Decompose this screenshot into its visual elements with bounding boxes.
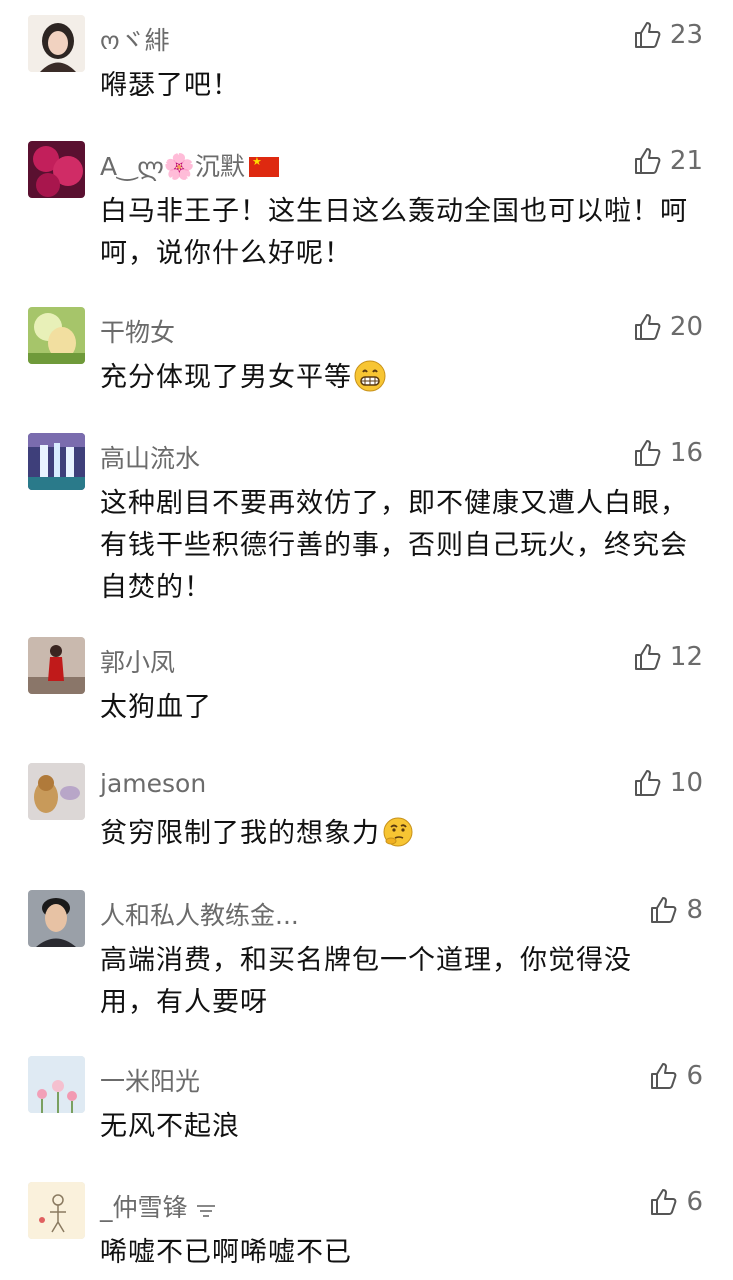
like-button[interactable]: 16 <box>632 437 703 469</box>
like-button[interactable]: 10 <box>632 767 703 799</box>
like-count: 12 <box>669 642 703 672</box>
thumbs-up-icon <box>651 1189 677 1215</box>
thumbs-up-icon <box>651 1063 677 1089</box>
comment-username[interactable]: 一米阳光 <box>100 1062 200 1098</box>
thumbs-up-icon <box>634 314 661 340</box>
grin-emoji-icon <box>354 360 386 392</box>
thumbs-up-icon <box>634 22 661 48</box>
avatar[interactable] <box>28 637 85 694</box>
dog-avatar <box>28 763 85 820</box>
comment-username[interactable]: 郭小凤 <box>100 643 175 679</box>
roses-avatar <box>28 141 85 198</box>
thumbs-up-icon <box>634 770 661 796</box>
fairy-avatar <box>28 307 85 364</box>
signal-icon <box>197 1205 216 1217</box>
comment-text: 白马非王子！这生日这么轰动全国也可以啦！呵呵，说你什么好呢！ <box>100 196 688 269</box>
comment-text: 这种剧目不要再效仿了，即不健康又遭人白眼，有钱干些积德行善的事，否则自己玩火，终… <box>100 488 688 603</box>
thumbs-up-icon <box>651 897 677 923</box>
like-count: 23 <box>669 20 703 50</box>
comment-text-content: 充分体现了男女平等 <box>100 362 352 393</box>
thumbs-up-icon <box>634 148 661 174</box>
comment-text: 贫穷限制了我的想象力 <box>100 813 700 855</box>
comment-text: 太狗血了 <box>100 692 212 723</box>
like-count: 8 <box>686 895 703 925</box>
like-button[interactable]: 23 <box>632 19 703 51</box>
comment-text: 嘚瑟了吧！ <box>100 70 240 101</box>
comment-text: 高端消费，和买名牌包一个道理，你觉得没用，有人要呀 <box>100 945 632 1018</box>
woman-red-dress-avatar <box>28 637 85 694</box>
flowers-avatar <box>28 1056 85 1113</box>
username-text: A‿ლ🌸沉默 <box>100 152 245 181</box>
avatar[interactable] <box>28 890 85 947</box>
like-button[interactable]: 8 <box>648 894 703 926</box>
comment-username[interactable]: _仲雪锋 <box>100 1188 217 1224</box>
like-button[interactable]: 6 <box>648 1186 703 1218</box>
like-count: 20 <box>669 312 703 342</box>
avatar[interactable] <box>28 1182 85 1239</box>
thinking-emoji-icon <box>383 817 413 847</box>
woman-portrait-avatar <box>28 15 85 72</box>
comment-username[interactable]: ოヾ緋 <box>100 21 170 57</box>
like-button[interactable]: 12 <box>632 641 703 673</box>
comment-username[interactable]: 人和私人教练金... <box>100 896 299 932</box>
like-count: 21 <box>669 146 703 176</box>
comment-text: 唏嘘不已啊唏嘘不已 <box>100 1237 352 1268</box>
comment-username[interactable]: 高山流水 <box>100 439 200 475</box>
comment-username[interactable]: 干物女 <box>100 313 175 349</box>
sketch-avatar <box>28 1182 85 1239</box>
like-button[interactable]: 21 <box>632 145 703 177</box>
comment-username[interactable]: jameson <box>100 769 206 798</box>
comment-text-content: 贫穷限制了我的想象力 <box>100 818 380 849</box>
comment-username[interactable]: A‿ლ🌸沉默 <box>100 147 279 183</box>
avatar[interactable] <box>28 433 85 490</box>
like-count: 6 <box>686 1187 703 1217</box>
like-button[interactable]: 20 <box>632 311 703 343</box>
username-text: _仲雪锋 <box>100 1193 188 1222</box>
avatar[interactable] <box>28 307 85 364</box>
like-count: 10 <box>669 768 703 798</box>
thumbs-up-icon <box>634 644 661 670</box>
like-button[interactable]: 6 <box>648 1060 703 1092</box>
waterfall-avatar <box>28 433 85 490</box>
avatar[interactable] <box>28 141 85 198</box>
china-flag-icon <box>248 155 279 177</box>
thumbs-up-icon <box>634 440 661 466</box>
avatar[interactable] <box>28 15 85 72</box>
comment-text: 无风不起浪 <box>100 1111 240 1142</box>
like-count: 6 <box>686 1061 703 1091</box>
man-portrait-avatar <box>28 890 85 947</box>
avatar[interactable] <box>28 1056 85 1113</box>
like-count: 16 <box>669 438 703 468</box>
avatar[interactable] <box>28 763 85 820</box>
comment-text: 充分体现了男女平等 <box>100 357 700 399</box>
